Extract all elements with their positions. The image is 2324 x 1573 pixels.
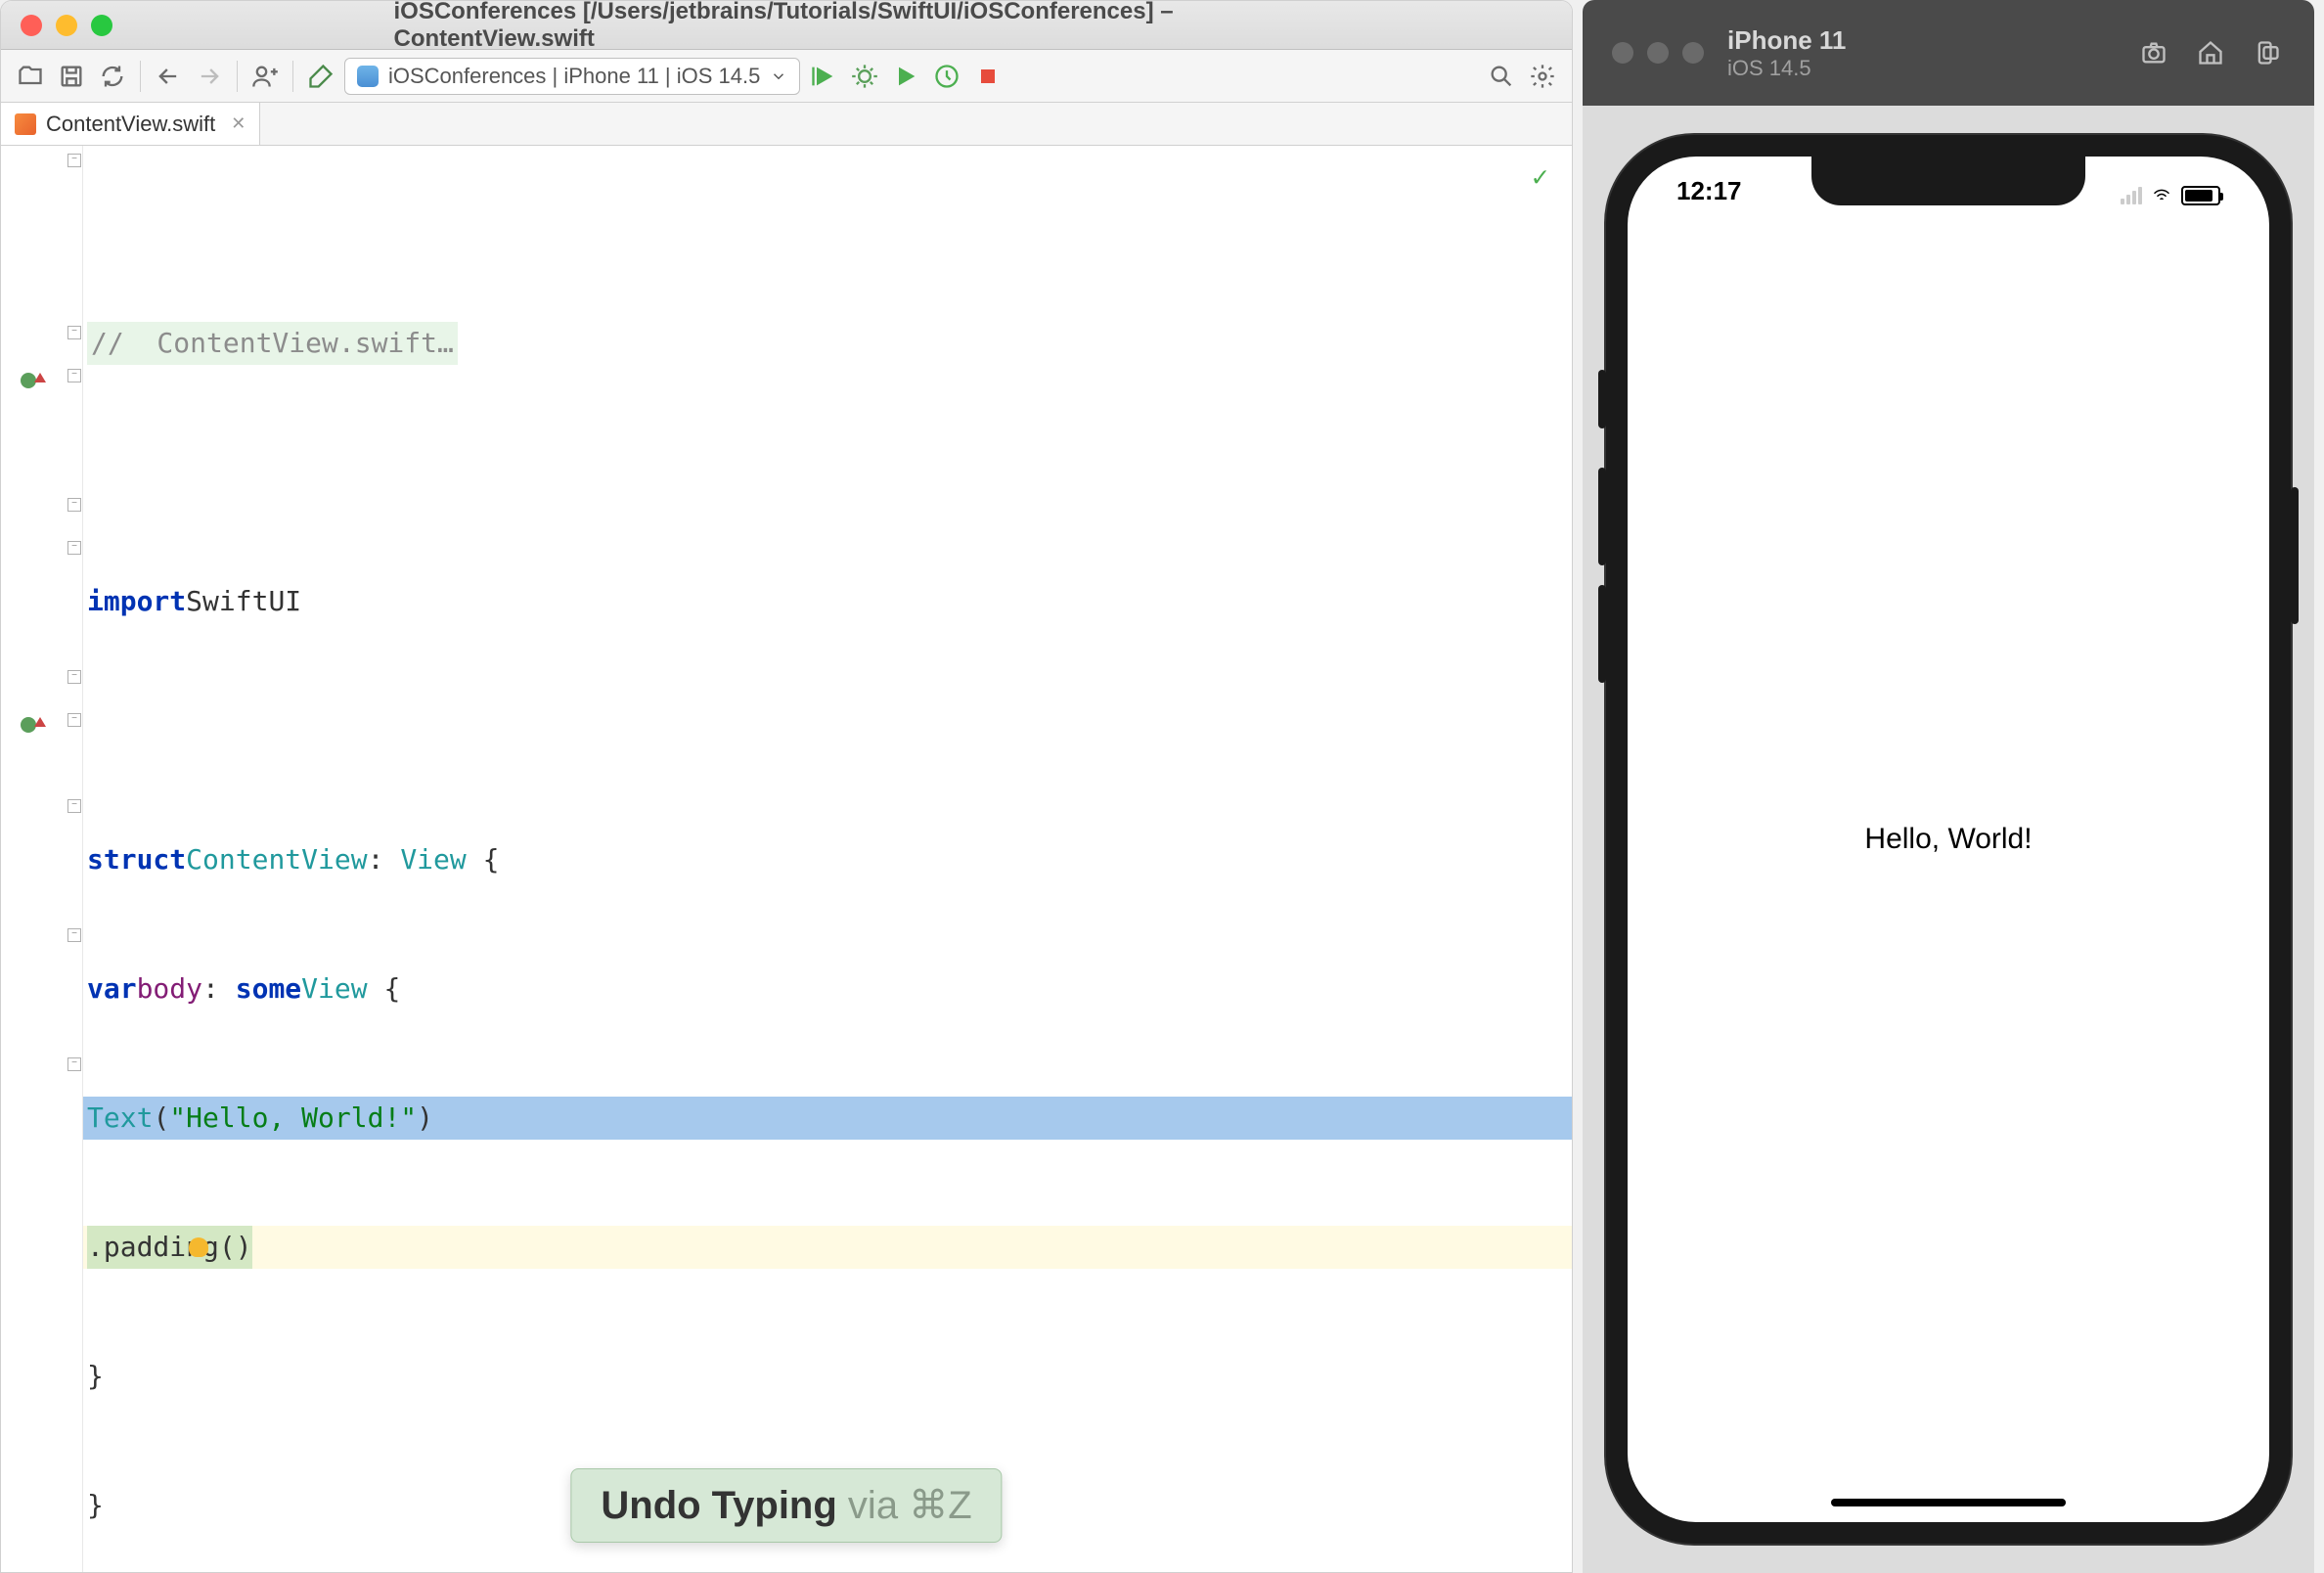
intention-bulb-icon[interactable] — [189, 1237, 208, 1257]
separator — [140, 61, 141, 92]
editor-tabbar: ContentView.swift ✕ — [1, 103, 1572, 146]
profile-button[interactable] — [929, 59, 964, 94]
settings-button[interactable] — [1525, 59, 1560, 94]
sync-button[interactable] — [95, 59, 130, 94]
code-comment: // ContentView.swift… — [87, 322, 458, 365]
stop-button[interactable] — [970, 59, 1006, 94]
code-editor[interactable]: ✓ // ContentView.swift… import SwiftUI s… — [83, 146, 1572, 1572]
hello-world-label: Hello, World! — [1864, 823, 2032, 856]
implements-gutter-icon[interactable] — [21, 717, 36, 733]
sim-close-button[interactable] — [1612, 42, 1633, 64]
app-content: Hello, World! — [1628, 157, 2269, 1522]
run-coverage-button[interactable] — [888, 59, 923, 94]
sim-os-version: iOS 14.5 — [1727, 56, 2113, 81]
sim-title-block: iPhone 11 iOS 14.5 — [1727, 25, 2113, 81]
close-window-button[interactable] — [21, 15, 42, 36]
nav-forward-button[interactable] — [192, 59, 227, 94]
save-button[interactable] — [54, 59, 89, 94]
sim-header-icons — [2136, 35, 2285, 70]
run-configuration-selector[interactable]: iOSConferences | iPhone 11 | iOS 14.5 — [344, 58, 800, 95]
simulator-header: iPhone 11 iOS 14.5 — [1583, 0, 2314, 106]
fold-marker[interactable]: − — [67, 670, 81, 684]
build-button[interactable] — [303, 59, 338, 94]
window-title: iOSConferences [/Users/jetbrains/Tutoria… — [394, 0, 1180, 53]
rotate-icon[interactable] — [2250, 35, 2285, 70]
fold-marker[interactable]: − — [67, 326, 81, 339]
swift-file-icon — [15, 113, 36, 135]
simulator-body: 12:17 Hello, World! — [1583, 106, 2314, 1573]
separator — [237, 61, 238, 92]
fold-marker[interactable]: − — [67, 541, 81, 555]
close-tab-icon[interactable]: ✕ — [231, 113, 246, 134]
open-file-button[interactable] — [13, 59, 48, 94]
volume-down-button[interactable] — [1598, 585, 1606, 683]
titlebar: iOSConferences [/Users/jetbrains/Tutoria… — [1, 1, 1572, 50]
sim-device-name: iPhone 11 — [1727, 25, 2113, 56]
nav-back-button[interactable] — [151, 59, 186, 94]
mute-switch[interactable] — [1598, 370, 1606, 428]
fold-marker[interactable]: − — [67, 498, 81, 512]
iphone-frame: 12:17 Hello, World! — [1606, 135, 2291, 1544]
implements-gutter-icon[interactable] — [21, 373, 36, 388]
gutter[interactable]: − − − − − − − − − − — [1, 146, 83, 1572]
analysis-ok-icon[interactable]: ✓ — [1532, 156, 1548, 199]
app-icon — [357, 66, 379, 87]
action-shortcut: ⌘Z — [909, 1484, 971, 1527]
home-icon[interactable] — [2193, 35, 2228, 70]
sim-minimize-button[interactable] — [1647, 42, 1669, 64]
traffic-lights — [1, 15, 112, 36]
fold-marker[interactable]: − — [67, 928, 81, 942]
action-hint-popup: Undo Typing via ⌘Z — [570, 1468, 1002, 1543]
add-config-button[interactable] — [247, 59, 283, 94]
run-config-label: iOSConferences | iPhone 11 | iOS 14.5 — [388, 64, 760, 89]
fold-marker[interactable]: − — [67, 1057, 81, 1071]
power-button[interactable] — [2291, 487, 2299, 624]
fold-marker[interactable]: − — [67, 154, 81, 167]
fullscreen-window-button[interactable] — [91, 15, 112, 36]
separator — [292, 61, 293, 92]
action-via: via — [848, 1484, 898, 1527]
fold-marker[interactable]: − — [67, 713, 81, 727]
fold-marker[interactable]: − — [67, 799, 81, 813]
sim-traffic-lights — [1612, 42, 1704, 64]
debug-button[interactable] — [847, 59, 882, 94]
run-button[interactable] — [806, 59, 841, 94]
screenshot-icon[interactable] — [2136, 35, 2171, 70]
editor-tab-contentview[interactable]: ContentView.swift ✕ — [1, 103, 260, 145]
fold-marker[interactable]: − — [67, 369, 81, 382]
ide-window: iOSConferences [/Users/jetbrains/Tutoria… — [0, 0, 1573, 1573]
tab-filename: ContentView.swift — [46, 112, 215, 137]
sim-fullscreen-button[interactable] — [1682, 42, 1704, 64]
editor-area: − − − − − − − − − − ✓ // ContentView.swi… — [1, 146, 1572, 1572]
toolbar: iOSConferences | iPhone 11 | iOS 14.5 — [1, 50, 1572, 103]
minimize-window-button[interactable] — [56, 15, 77, 36]
action-name: Undo Typing — [601, 1484, 836, 1527]
volume-up-button[interactable] — [1598, 468, 1606, 565]
search-button[interactable] — [1484, 59, 1519, 94]
iphone-screen[interactable]: 12:17 Hello, World! — [1628, 157, 2269, 1522]
simulator-panel: iPhone 11 iOS 14.5 12:17 — [1583, 0, 2314, 1573]
home-indicator[interactable] — [1831, 1499, 2066, 1506]
